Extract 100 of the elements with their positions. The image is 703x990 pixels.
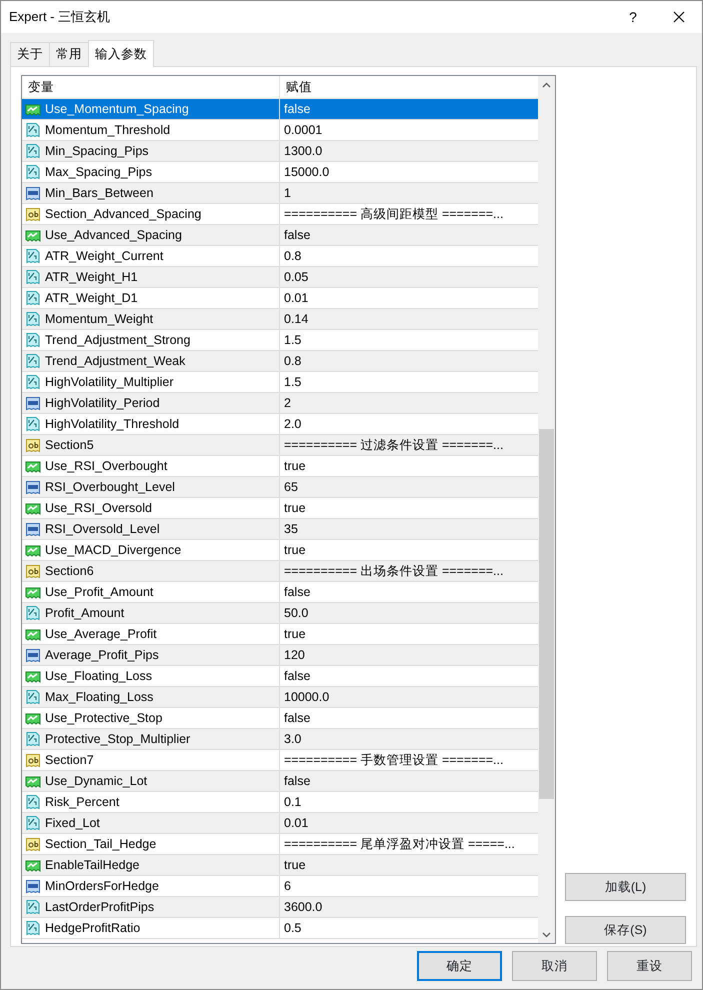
value-text: 0.1 xyxy=(284,794,302,811)
table-row[interactable]: Use_Advanced_Spacing false xyxy=(22,225,538,246)
variable-name: Risk_Percent xyxy=(45,794,120,811)
value-text: ========== 尾单浮盈对冲设置 =====... xyxy=(284,836,515,853)
variable-name: Fixed_Lot xyxy=(45,814,100,832)
table-row[interactable]: Use_Momentum_Spacing false xyxy=(22,99,538,120)
value-text: false xyxy=(284,226,310,244)
variable-name: Max_Spacing_Pips xyxy=(45,164,152,181)
value-text: true xyxy=(284,626,306,643)
document-icon xyxy=(25,605,41,621)
document-icon xyxy=(25,794,41,810)
value-text: 10000.0 xyxy=(284,688,330,706)
table-row[interactable]: HighVolatility_Threshold 2.0 xyxy=(22,414,538,435)
table-row[interactable]: Use_Average_Profit true xyxy=(22,624,538,645)
table-row[interactable]: RSI_Overbought_Level 65 xyxy=(22,477,538,498)
table-row[interactable]: EnableTailHedge true xyxy=(22,855,538,876)
document-icon xyxy=(25,437,41,453)
table-row[interactable]: Section7 ========== 手数管理设置 =======... xyxy=(22,750,538,771)
variable-name: Use_MACD_Divergence xyxy=(45,542,182,559)
value-text: ========== 过滤条件设置 =======... xyxy=(284,436,504,454)
table-row[interactable]: HedgeProfitRatio 0.5 xyxy=(22,918,538,939)
value-text: 15000.0 xyxy=(284,164,330,181)
document-icon xyxy=(25,689,41,705)
column-header[interactable]: 赋值 xyxy=(286,78,312,96)
dialog-button[interactable]: 取消 xyxy=(512,951,597,981)
table-row[interactable]: Section_Tail_Hedge ========== 尾单浮盈对冲设置 =====... xyxy=(22,834,538,855)
table-row[interactable]: Momentum_Threshold 0.0001 xyxy=(22,120,538,141)
table-row[interactable]: Average_Profit_Pips 120 xyxy=(22,645,538,666)
side-button[interactable]: 加载(L) xyxy=(565,873,686,901)
variable-name: MinOrdersForHedge xyxy=(45,878,159,895)
scroll-up-icon[interactable] xyxy=(542,82,551,88)
variable-name: RSI_Oversold_Level xyxy=(45,520,160,538)
table-row[interactable]: Use_Protective_Stop false xyxy=(22,708,538,729)
table-row[interactable]: ATR_Weight_H1 0.05 xyxy=(22,267,538,288)
value-text: false xyxy=(284,584,310,601)
value-text: 65 xyxy=(284,478,298,496)
value-text: false xyxy=(284,100,310,118)
document-icon xyxy=(25,416,41,432)
table-row[interactable]: Section5 ========== 过滤条件设置 =======... xyxy=(22,435,538,456)
document-icon xyxy=(25,374,41,390)
value-text: 35 xyxy=(284,520,298,538)
close-icon xyxy=(673,11,685,23)
tab[interactable]: 输入参数 xyxy=(88,40,154,67)
value-text: 1300.0 xyxy=(284,142,322,160)
table-row[interactable]: Section6 ========== 出场条件设置 =======... xyxy=(22,561,538,582)
table-row[interactable]: Min_Spacing_Pips 1300.0 xyxy=(22,141,538,162)
variable-name: ATR_Weight_Current xyxy=(45,248,164,265)
table-row[interactable]: Risk_Percent 0.1 xyxy=(22,792,538,813)
table-row[interactable]: Max_Spacing_Pips 15000.0 xyxy=(22,162,538,183)
value-text: 0.8 xyxy=(284,352,302,370)
table-row[interactable]: Profit_Amount 50.0 xyxy=(22,603,538,624)
table-row[interactable]: Trend_Adjustment_Strong 1.5 xyxy=(22,330,538,351)
value-text: 2.0 xyxy=(284,416,302,433)
dialog-button[interactable]: 重设 xyxy=(607,951,692,981)
dialog-button[interactable]: 确定 xyxy=(417,951,502,981)
table-row[interactable]: ATR_Weight_Current 0.8 xyxy=(22,246,538,267)
variable-name: HighVolatility_Period xyxy=(45,394,160,412)
document-icon xyxy=(25,563,41,579)
table-row[interactable]: Trend_Adjustment_Weak 0.8 xyxy=(22,351,538,372)
document-icon xyxy=(25,395,41,411)
table-row[interactable]: Fixed_Lot 0.01 xyxy=(22,813,538,834)
variable-name: Min_Spacing_Pips xyxy=(45,142,149,160)
value-text: false xyxy=(284,668,310,685)
value-text: false xyxy=(284,772,310,790)
variable-name: Max_Floating_Loss xyxy=(45,688,154,706)
variable-name: Average_Profit_Pips xyxy=(45,646,159,664)
table-row[interactable]: LastOrderProfitPips 3600.0 xyxy=(22,897,538,918)
value-text: 0.8 xyxy=(284,248,302,265)
table-row[interactable]: Momentum_Weight 0.14 xyxy=(22,309,538,330)
table-row[interactable]: Use_Profit_Amount false xyxy=(22,582,538,603)
table-row[interactable]: ATR_Weight_D1 0.01 xyxy=(22,288,538,309)
document-icon xyxy=(25,815,41,831)
table-row[interactable]: HighVolatility_Period 2 xyxy=(22,393,538,414)
table-row[interactable]: Use_Floating_Loss false xyxy=(22,666,538,687)
table-row[interactable]: Use_RSI_Overbought true xyxy=(22,456,538,477)
column-header[interactable]: 变量 xyxy=(28,78,54,96)
table-row[interactable]: RSI_Oversold_Level 35 xyxy=(22,519,538,540)
scroll-thumb[interactable] xyxy=(539,429,554,799)
variable-name: Trend_Adjustment_Strong xyxy=(45,332,190,349)
table-row[interactable]: Min_Bars_Between 1 xyxy=(22,183,538,204)
help-button[interactable]: ? xyxy=(610,6,656,28)
table-row[interactable]: HighVolatility_Multiplier 1.5 xyxy=(22,372,538,393)
table-row[interactable]: MinOrdersForHedge 6 xyxy=(22,876,538,897)
table-row[interactable]: Use_MACD_Divergence true xyxy=(22,540,538,561)
scrollbar[interactable] xyxy=(538,76,555,943)
tab[interactable]: 关于 xyxy=(10,42,50,66)
value-text: 0.0001 xyxy=(284,122,322,139)
table-row[interactable]: Section_Advanced_Spacing ========== 高级间距模型 =======... xyxy=(22,204,538,225)
scroll-down-icon[interactable] xyxy=(542,932,551,938)
document-icon xyxy=(25,836,41,852)
side-button[interactable]: 保存(S) xyxy=(565,916,686,944)
variable-name: HighVolatility_Threshold xyxy=(45,416,180,433)
table-row[interactable]: Use_RSI_Oversold true xyxy=(22,498,538,519)
value-text: 1.5 xyxy=(284,374,302,391)
value-text: 3600.0 xyxy=(284,898,322,916)
table-row[interactable]: Max_Floating_Loss 10000.0 xyxy=(22,687,538,708)
table-row[interactable]: Use_Dynamic_Lot false xyxy=(22,771,538,792)
document-icon xyxy=(25,752,41,768)
table-row[interactable]: Protective_Stop_Multiplier 3.0 xyxy=(22,729,538,750)
variable-name: EnableTailHedge xyxy=(45,856,140,874)
